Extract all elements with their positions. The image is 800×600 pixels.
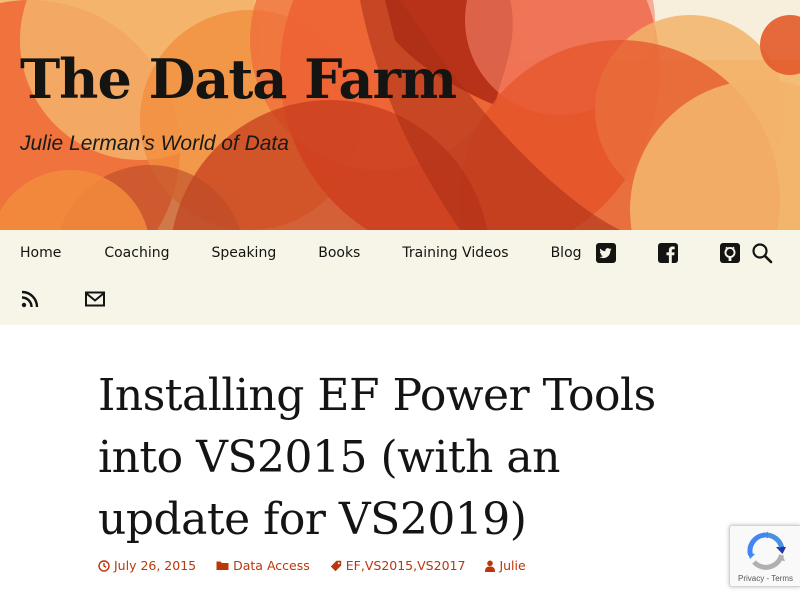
twitter-icon	[596, 243, 616, 263]
header-background-image	[0, 0, 800, 230]
rss-icon	[21, 290, 39, 308]
post-date[interactable]: July 26, 2015	[98, 558, 196, 573]
post-tags: EF, VS2015, VS2017	[330, 558, 465, 573]
nav-item-speaking[interactable]: Speaking	[189, 230, 296, 276]
main-navigation: Home Coaching Speaking Books Training Vi…	[0, 230, 800, 325]
post-tag-link[interactable]: VS2015	[365, 558, 413, 573]
folder-icon	[216, 561, 229, 570]
search-icon	[752, 243, 773, 264]
nav-item-home[interactable]: Home	[0, 230, 81, 276]
tag-icon	[330, 560, 341, 571]
nav-item-training-videos[interactable]: Training Videos	[380, 230, 528, 276]
post-category-link[interactable]: Data Access	[233, 558, 310, 573]
nav-twitter-link[interactable]	[586, 230, 626, 276]
facebook-icon	[658, 243, 678, 263]
post-author[interactable]: Julie	[485, 558, 526, 573]
post-title[interactable]: Installing EF Power Tools into VS2015 (w…	[98, 365, 698, 551]
nav-item-coaching[interactable]: Coaching	[81, 230, 189, 276]
site-tagline: Julie Lerman's World of Data	[20, 132, 289, 155]
search-toggle-button[interactable]	[742, 230, 782, 276]
nav-rss-link[interactable]	[10, 276, 50, 322]
recaptcha-logo-icon	[747, 531, 786, 570]
nav-email-link[interactable]	[75, 276, 115, 322]
post-tag-link[interactable]: VS2017	[417, 558, 465, 573]
post-category[interactable]: Data Access	[216, 558, 310, 573]
nav-facebook-link[interactable]	[648, 230, 688, 276]
recaptcha-terms-link[interactable]: Terms	[771, 574, 793, 583]
post-author-link[interactable]: Julie	[499, 558, 525, 573]
recaptcha-links: Privacy - Terms	[730, 574, 800, 583]
user-icon	[485, 560, 496, 572]
post-tag-link[interactable]: EF	[346, 558, 361, 573]
clock-icon	[98, 559, 110, 572]
nav-row-primary: Home Coaching Speaking Books Training Vi…	[0, 230, 602, 276]
email-icon	[85, 291, 105, 307]
nav-item-books[interactable]: Books	[296, 230, 380, 276]
post-date-text[interactable]: July 26, 2015	[114, 558, 196, 573]
main-content: Installing EF Power Tools into VS2015 (w…	[0, 325, 800, 600]
recaptcha-privacy-link[interactable]: Privacy	[738, 574, 764, 583]
site-title[interactable]: The Data Farm	[20, 52, 457, 106]
site-header: The Data Farm Julie Lerman's World of Da…	[0, 0, 800, 230]
post-meta: July 26, 2015 Data Access EF, VS2015, VS…	[98, 558, 546, 573]
github-icon	[720, 243, 740, 263]
recaptcha-badge[interactable]: Privacy - Terms	[729, 525, 800, 587]
